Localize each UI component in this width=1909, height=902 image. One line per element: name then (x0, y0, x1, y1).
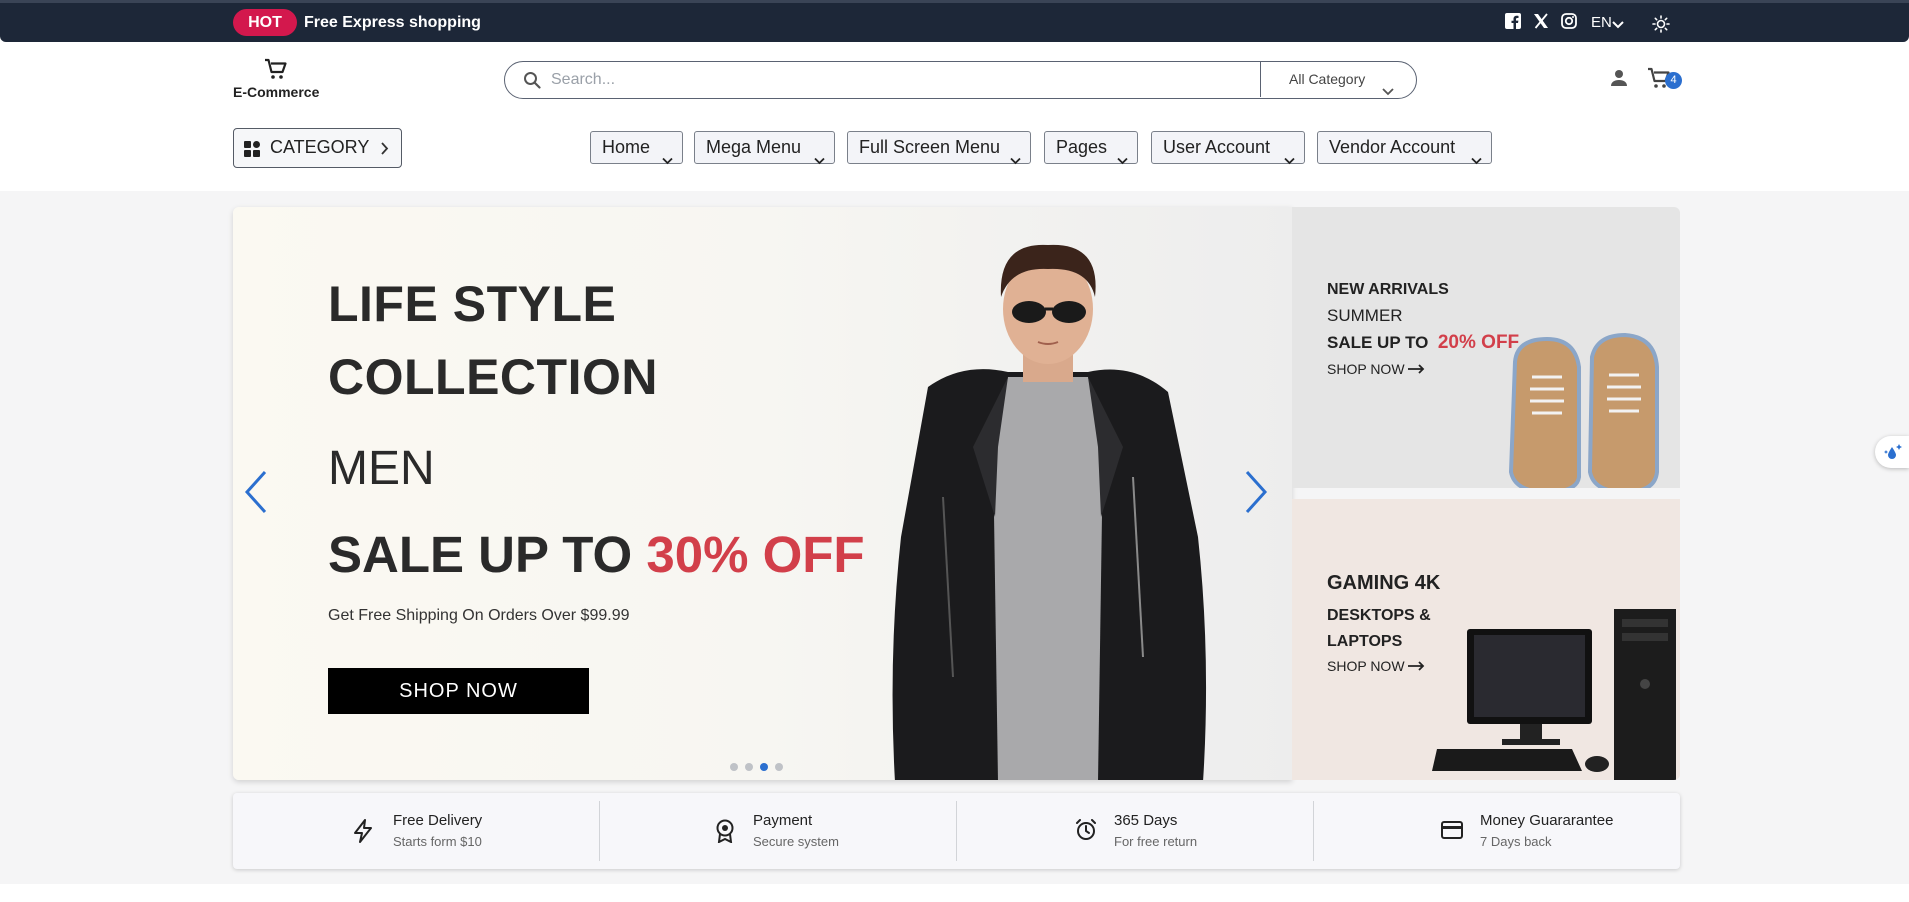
banner-new-arrivals-sale: SALE UP TO 20% OFF (1327, 332, 1519, 354)
nav-full-screen-menu-label: Full Screen Menu (859, 137, 1001, 157)
nav-user-account-label: User Account (1163, 137, 1271, 157)
cart-count-badge: 4 (1665, 72, 1682, 89)
nav-user-account[interactable]: User Account (1151, 131, 1305, 165)
banner-gaming-line2: LAPTOPS (1327, 633, 1403, 650)
language-selector[interactable]: EN (1591, 9, 1612, 36)
feature-subtitle: Starts form $10 (393, 834, 482, 849)
shoes-image (1508, 332, 1659, 488)
top-bar: HOT Free Express shopping EN (0, 0, 1909, 42)
lightning-icon (353, 819, 373, 848)
slider-next-arrow-icon[interactable] (1243, 469, 1269, 520)
hero-sale-highlight: 30% OFF (646, 526, 865, 583)
arrow-right-icon (1408, 661, 1425, 671)
floating-widget[interactable] (1875, 436, 1909, 468)
grid-icon (244, 141, 260, 162)
hot-badge: HOT (233, 9, 297, 36)
search-category-label: All Category (1289, 71, 1366, 87)
banner-new-arrivals-link[interactable]: SHOP NOW (1327, 361, 1426, 377)
slider-dot[interactable] (745, 763, 753, 771)
hero-subtitle: Get Free Shipping On Orders Over $99.99 (328, 607, 630, 624)
feature-payment: Payment Secure system (599, 793, 960, 869)
nav-pages-label: Pages (1056, 137, 1108, 157)
banner-shop-now-label: SHOP NOW (1327, 658, 1405, 674)
banner-sale-prefix: SALE UP TO (1327, 333, 1429, 352)
feature-free-delivery: Free Delivery Starts form $10 (233, 793, 594, 869)
arrow-right-icon (1408, 364, 1425, 374)
chevron-down-icon (814, 144, 825, 175)
hero-slider: LIFE STYLE COLLECTION MEN SALE UP TO 30%… (233, 207, 1292, 780)
search-category-select[interactable]: All Category (1260, 62, 1416, 97)
features-strip: Free Delivery Starts form $10 Payment Se… (233, 793, 1680, 869)
chevron-down-icon (1471, 144, 1482, 175)
desktop-computer-image (1432, 609, 1676, 780)
facebook-icon[interactable] (1505, 13, 1523, 31)
category-label: CATEGORY (270, 137, 370, 157)
nav-full-screen-menu[interactable]: Full Screen Menu (847, 131, 1031, 165)
hero-shop-now-button[interactable]: SHOP NOW (328, 668, 589, 714)
slider-dot[interactable] (775, 763, 783, 771)
nav-home[interactable]: Home (590, 131, 683, 165)
nav-home-label: Home (602, 137, 651, 157)
chevron-right-icon (380, 142, 389, 160)
slider-dots (730, 758, 790, 776)
award-icon (715, 819, 735, 848)
chevron-down-icon (1117, 144, 1128, 175)
credit-card-icon (1441, 821, 1463, 844)
alarm-clock-icon (1075, 819, 1097, 846)
feature-subtitle: 7 Days back (1480, 834, 1552, 849)
banner-gaming-title: GAMING 4K (1327, 572, 1441, 594)
hero-title-line2: COLLECTION (328, 349, 658, 405)
nav-pages[interactable]: Pages (1044, 131, 1138, 165)
logo-text[interactable]: E-Commerce (233, 84, 319, 100)
logo-cart-icon[interactable] (264, 58, 288, 85)
feature-365-days: 365 Days For free return (956, 793, 1317, 869)
banner-gaming-line1: DESKTOPS & (1327, 607, 1431, 624)
feature-title: Money Guararantee (1480, 812, 1614, 829)
banner-new-arrivals-subtitle: SUMMER (1327, 306, 1403, 325)
x-twitter-icon[interactable] (1533, 13, 1551, 31)
feature-title: Free Delivery (393, 812, 483, 829)
nav-vendor-account[interactable]: Vendor Account (1317, 131, 1492, 165)
feature-subtitle: For free return (1114, 834, 1198, 849)
banner-new-arrivals-title: NEW ARRIVALS (1327, 281, 1449, 298)
slider-dot[interactable] (730, 763, 738, 771)
nav-vendor-account-label: Vendor Account (1329, 137, 1456, 157)
nav-mega-menu-label: Mega Menu (706, 137, 802, 157)
feature-money-guarantee: Money Guararantee 7 Days back (1313, 793, 1674, 869)
search-input[interactable] (551, 62, 1331, 97)
user-icon[interactable] (1610, 69, 1628, 92)
chevron-down-icon (1612, 17, 1624, 35)
hero-title-line1: LIFE STYLE (328, 276, 617, 332)
sparkle-drop-icon (1884, 444, 1902, 459)
feature-title: 365 Days (1114, 812, 1178, 829)
hero-sale-line: SALE UP TO 30% OFF (328, 525, 865, 584)
search-bar: All Category (504, 61, 1417, 99)
banner-gaming-link[interactable]: SHOP NOW (1327, 658, 1426, 674)
promo-text: Free Express shopping (304, 14, 481, 31)
chevron-down-icon (1382, 74, 1394, 109)
chevron-down-icon (1010, 144, 1021, 175)
banner-gaming[interactable]: GAMING 4K DESKTOPS & LAPTOPS SHOP NOW (1292, 499, 1680, 780)
search-icon (523, 71, 541, 94)
slider-dot-active[interactable] (760, 763, 768, 771)
hero-title-line3: MEN (328, 442, 435, 495)
slider-prev-arrow-icon[interactable] (243, 469, 269, 520)
banner-shop-now-label: SHOP NOW (1327, 361, 1405, 377)
chevron-down-icon (662, 144, 673, 175)
banner-new-arrivals[interactable]: NEW ARRIVALS SUMMER SALE UP TO 20% OFF S… (1292, 207, 1680, 488)
chevron-down-icon (1284, 144, 1295, 175)
instagram-icon[interactable] (1561, 13, 1579, 31)
category-button[interactable]: CATEGORY (233, 128, 402, 168)
sun-icon[interactable] (1652, 15, 1670, 38)
hero-sale-prefix: SALE UP TO (328, 526, 633, 583)
feature-subtitle: Secure system (753, 834, 839, 849)
feature-title: Payment (753, 812, 813, 829)
nav-mega-menu[interactable]: Mega Menu (694, 131, 835, 165)
hero-model-image (892, 244, 1207, 780)
